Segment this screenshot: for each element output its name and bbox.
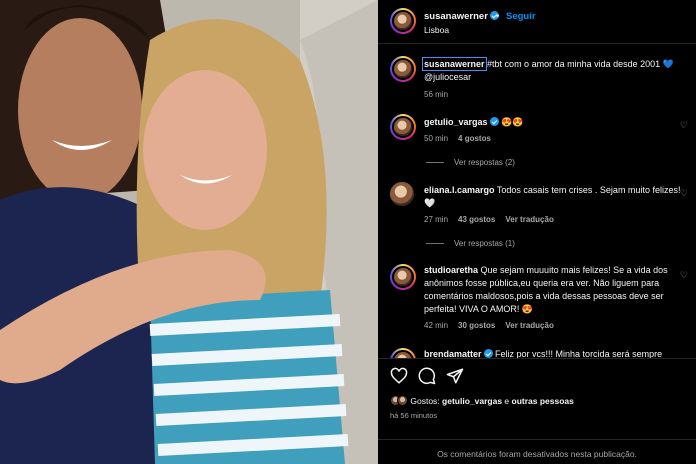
separator-dot: • xyxy=(496,11,500,21)
commenter-avatar[interactable] xyxy=(390,182,414,206)
caption: susanawerner #tbt com o amor da minha vi… xyxy=(378,54,696,102)
verified-badge-icon xyxy=(489,117,499,126)
comment-text-block: eliana.l.camargo Todos casais tem crises… xyxy=(424,184,690,210)
comment-time: 42 min xyxy=(424,321,449,330)
comment-like-heart-icon[interactable]: ♡ xyxy=(680,270,688,281)
see-translation-link[interactable]: Ver tradução xyxy=(505,215,553,224)
comment-username[interactable]: studioaretha xyxy=(424,265,478,275)
post-sidebar: susanawerner • Seguir Lisboa susanawerne… xyxy=(378,0,696,464)
heart-icon[interactable] xyxy=(390,367,408,385)
view-replies-label[interactable]: Ver respostas (2) xyxy=(454,158,515,167)
likes-prefix: Gostos: xyxy=(410,396,440,406)
comment-item: studioaretha Que sejam muuuito mais feli… xyxy=(378,262,696,340)
comment-time: 50 min xyxy=(424,134,449,143)
commenter-avatar[interactable] xyxy=(390,114,416,140)
comment-text: 😍😍 xyxy=(501,117,524,127)
post-timestamp: há 56 minutos xyxy=(390,411,438,420)
couple-photo-illustration xyxy=(0,0,378,464)
comment-meta: 50 min 4 gostos xyxy=(424,134,501,143)
comment-text: Feliz por vcs!!! Minha torcida será semp… xyxy=(495,349,663,358)
likes-joiner: e xyxy=(504,396,510,406)
comment-item: brendamatter Feliz por vcs!!! Minha torc… xyxy=(378,346,696,358)
comment-icon[interactable] xyxy=(418,367,436,385)
replies-divider xyxy=(426,243,444,245)
location-link[interactable]: Lisboa xyxy=(424,25,449,35)
comment-likes[interactable]: 43 gostos xyxy=(458,215,495,224)
comment-time: 27 min xyxy=(424,215,449,224)
commenter-avatar[interactable] xyxy=(390,348,416,358)
comment-text-block: brendamatter Feliz por vcs!!! Minha torc… xyxy=(424,348,690,358)
follow-button[interactable]: Seguir xyxy=(506,11,536,22)
caption-time: 56 min xyxy=(424,90,449,99)
comment-meta: 27 min 43 gostos Ver tradução xyxy=(424,215,564,224)
view-replies-label[interactable]: Ver respostas (1) xyxy=(454,239,515,248)
liker-avatar xyxy=(397,395,408,406)
comment-item: getulio_vargas 😍😍 50 min 4 gostos ♡ Ver r… xyxy=(378,112,696,172)
commenter-avatar[interactable] xyxy=(390,264,416,290)
comment-likes[interactable]: 30 gostos xyxy=(458,321,495,330)
post-header: susanawerner • Seguir Lisboa xyxy=(378,0,696,44)
caption-meta: 56 min xyxy=(424,90,458,99)
likes-summary: Gostos: getulio_vargas e outras pessoas xyxy=(390,395,574,406)
comment-username[interactable]: eliana.l.camargo xyxy=(424,185,495,195)
comment-text-block: studioaretha Que sejam muuuito mais feli… xyxy=(424,264,690,316)
liker-username[interactable]: getulio_vargas xyxy=(442,396,502,406)
comment-likes[interactable]: 4 gostos xyxy=(458,134,491,143)
verified-badge-icon xyxy=(483,349,493,358)
comment-like-heart-icon[interactable]: ♡ xyxy=(680,120,688,131)
likes-others-link[interactable]: outras pessoas xyxy=(512,396,574,406)
author-avatar[interactable] xyxy=(390,8,416,34)
author-username[interactable]: susanawerner xyxy=(424,11,499,22)
comment-meta: 42 min 30 gostos Ver tradução xyxy=(424,321,564,330)
see-translation-link[interactable]: Ver tradução xyxy=(505,321,553,330)
comment-username[interactable]: brendamatter xyxy=(424,349,482,358)
post-action-bar: Gostos: getulio_vargas e outras pessoas … xyxy=(378,358,696,464)
comments-disabled-notice: Os comentários foram desativados nesta p… xyxy=(378,439,696,459)
caption-avatar[interactable] xyxy=(390,56,416,82)
view-replies-button[interactable]: Ver respostas (1) xyxy=(426,239,515,248)
comment-like-heart-icon[interactable]: ♡ xyxy=(680,188,688,199)
share-icon[interactable] xyxy=(446,367,464,385)
comment-text-block: getulio_vargas 😍😍 xyxy=(424,116,690,129)
caption-username[interactable]: susanawerner xyxy=(422,57,487,71)
view-replies-button[interactable]: Ver respostas (2) xyxy=(426,158,515,167)
replies-divider xyxy=(426,162,444,164)
post-photo xyxy=(0,0,378,464)
comment-username[interactable]: getulio_vargas xyxy=(424,117,488,127)
author-username-text[interactable]: susanawerner xyxy=(424,11,488,22)
comment-item: eliana.l.camargo Todos casais tem crises… xyxy=(378,180,696,250)
caption-text-block: susanawerner #tbt com o amor da minha vi… xyxy=(422,57,690,84)
